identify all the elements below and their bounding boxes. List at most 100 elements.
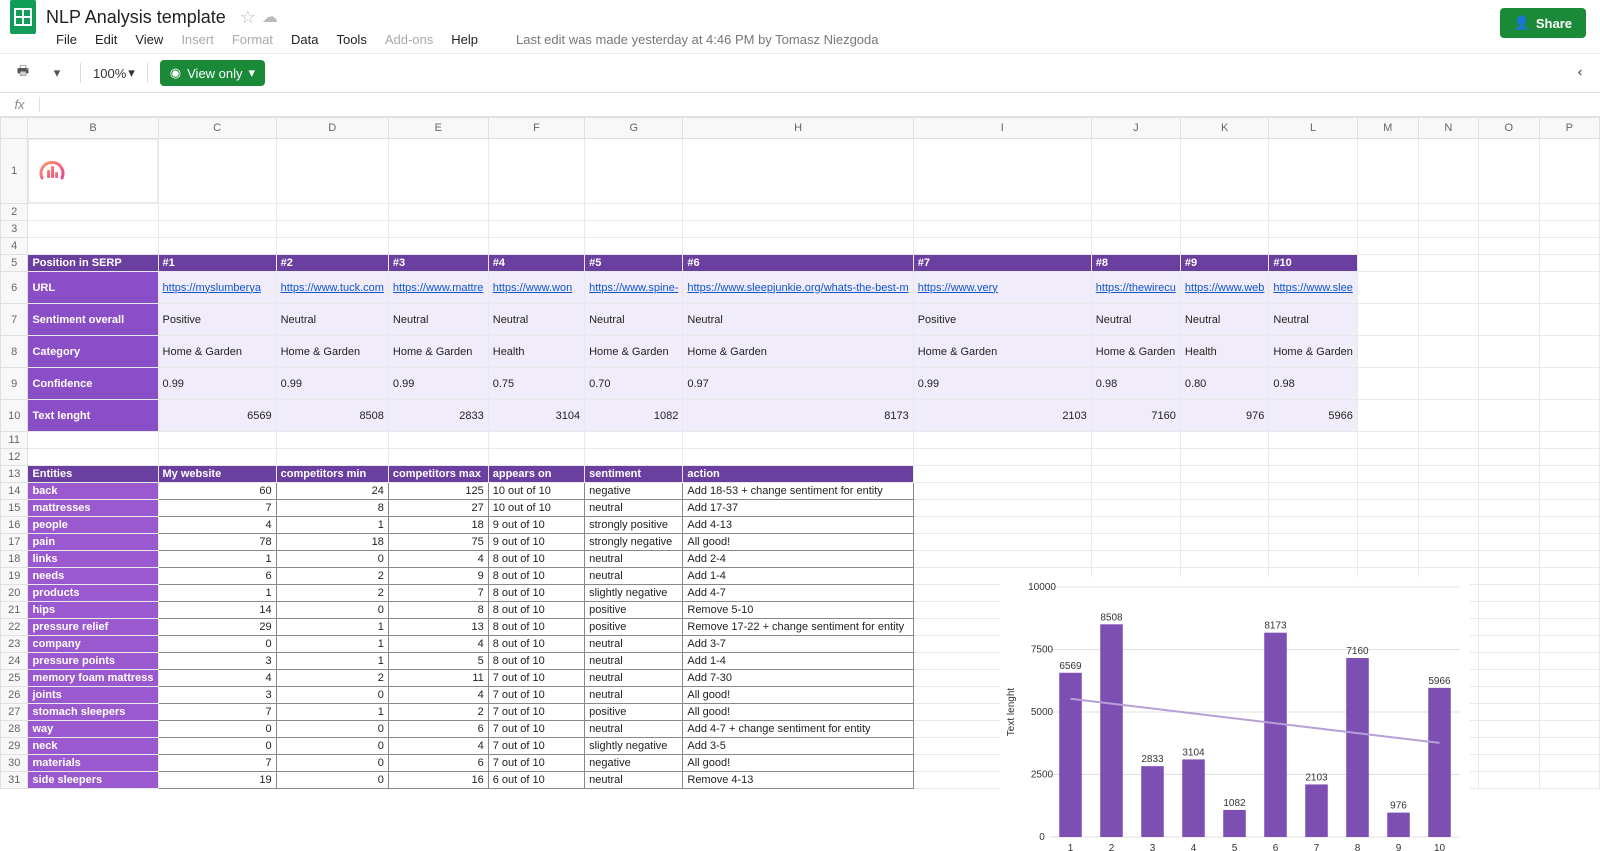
cell[interactable]: Neutral [1180, 304, 1268, 336]
cell[interactable] [158, 432, 276, 449]
row-header[interactable]: 29 [1, 738, 28, 755]
cell[interactable]: Home & Garden [276, 336, 388, 368]
cell[interactable] [1478, 738, 1539, 755]
cell[interactable] [28, 204, 158, 221]
cell[interactable]: neck [28, 738, 158, 755]
cell[interactable] [276, 238, 388, 255]
row-header[interactable]: 3 [1, 221, 28, 238]
url-link[interactable]: https://www.spine- [589, 282, 678, 294]
cell[interactable]: https://www.sleepjunkie.org/whats-the-be… [683, 272, 913, 304]
row-header[interactable]: 12 [1, 449, 28, 466]
cell[interactable] [1357, 221, 1418, 238]
row-header[interactable]: 16 [1, 517, 28, 534]
cell[interactable] [1091, 139, 1180, 204]
cell[interactable]: 7 out of 10 [488, 738, 584, 755]
cell[interactable] [1357, 139, 1418, 204]
cell[interactable] [1539, 687, 1599, 704]
cell[interactable]: 11 [388, 670, 488, 687]
cell[interactable]: 1 [158, 551, 276, 568]
row-header[interactable]: 17 [1, 534, 28, 551]
cell[interactable] [1478, 670, 1539, 687]
cell[interactable]: Add 2-4 [683, 551, 913, 568]
cell[interactable]: 0.99 [388, 368, 488, 400]
cell[interactable]: neutral [585, 772, 683, 789]
row-header[interactable]: 1 [1, 139, 28, 204]
cell[interactable]: 125 [388, 483, 488, 500]
col-header[interactable]: D [276, 118, 388, 139]
cell[interactable] [276, 221, 388, 238]
url-link[interactable]: https://www.sleepjunkie.org/whats-the-be… [687, 282, 908, 294]
cell[interactable] [1418, 449, 1478, 466]
cell[interactable] [158, 238, 276, 255]
cell[interactable] [1418, 483, 1478, 500]
cell[interactable]: 0.70 [585, 368, 683, 400]
cell[interactable]: 7160 [1091, 400, 1180, 432]
cell[interactable]: https://www.tuck.com [276, 272, 388, 304]
cell[interactable]: 7 out of 10 [488, 704, 584, 721]
cell[interactable] [1418, 336, 1478, 368]
menu-tools[interactable]: Tools [336, 32, 366, 47]
cell[interactable] [1180, 500, 1268, 517]
cell[interactable]: Add 3-7 [683, 636, 913, 653]
row-header[interactable]: 26 [1, 687, 28, 704]
cell[interactable]: 0.75 [488, 368, 584, 400]
cell[interactable] [1539, 585, 1599, 602]
cell[interactable]: joints [28, 687, 158, 704]
cell[interactable] [1418, 534, 1478, 551]
cell[interactable] [1478, 551, 1539, 568]
cell[interactable] [1539, 602, 1599, 619]
cell[interactable]: 75 [388, 534, 488, 551]
cell[interactable]: https://www.mattre [388, 272, 488, 304]
cell[interactable] [1478, 483, 1539, 500]
cell[interactable] [1418, 221, 1478, 238]
cell[interactable]: Category [28, 336, 158, 368]
cell[interactable] [683, 139, 913, 204]
cell[interactable] [1269, 466, 1357, 483]
cell[interactable]: Remove 4-13 [683, 772, 913, 789]
cell[interactable] [1418, 272, 1478, 304]
url-link[interactable]: https://www.mattre [393, 282, 483, 294]
cell[interactable] [1357, 432, 1418, 449]
cell[interactable] [28, 221, 158, 238]
cell[interactable] [1478, 568, 1539, 585]
cell[interactable]: Confidence [28, 368, 158, 400]
cell[interactable]: https://www.slee [1269, 272, 1357, 304]
cell[interactable]: 4 [158, 517, 276, 534]
cell[interactable] [1418, 304, 1478, 336]
cell[interactable]: 0 [276, 738, 388, 755]
cell[interactable]: https://myslumberya [158, 272, 276, 304]
cell[interactable] [1180, 238, 1268, 255]
cell[interactable] [1418, 551, 1478, 568]
cell[interactable] [683, 238, 913, 255]
cell[interactable]: 5 [388, 653, 488, 670]
cell[interactable] [1180, 221, 1268, 238]
cell[interactable]: negative [585, 483, 683, 500]
cell[interactable] [1539, 500, 1599, 517]
cell[interactable] [1539, 551, 1599, 568]
cell[interactable] [1269, 221, 1357, 238]
filter-icon[interactable]: ▾ [46, 65, 68, 81]
cell[interactable] [1357, 517, 1418, 534]
url-link[interactable]: https://www.very [918, 282, 998, 294]
cell[interactable]: 3 [158, 687, 276, 704]
cell[interactable] [1478, 704, 1539, 721]
cell[interactable] [1357, 238, 1418, 255]
cell[interactable]: #1 [158, 255, 276, 272]
cell[interactable]: #7 [913, 255, 1091, 272]
cell[interactable] [1357, 551, 1418, 568]
cell[interactable]: 8173 [683, 400, 913, 432]
cell[interactable] [1269, 517, 1357, 534]
cell[interactable] [1478, 466, 1539, 483]
cell[interactable] [28, 432, 158, 449]
cell[interactable]: 4 [158, 670, 276, 687]
cell[interactable]: 1 [276, 636, 388, 653]
cell[interactable] [1418, 400, 1478, 432]
cell[interactable]: 0.99 [913, 368, 1091, 400]
cell[interactable]: URL [28, 272, 158, 304]
cell[interactable]: 6 out of 10 [488, 772, 584, 789]
col-header[interactable]: G [585, 118, 683, 139]
cell[interactable]: 18 [276, 534, 388, 551]
cell[interactable] [1357, 204, 1418, 221]
cell[interactable]: Remove 5-10 [683, 602, 913, 619]
cell[interactable]: neutral [585, 551, 683, 568]
